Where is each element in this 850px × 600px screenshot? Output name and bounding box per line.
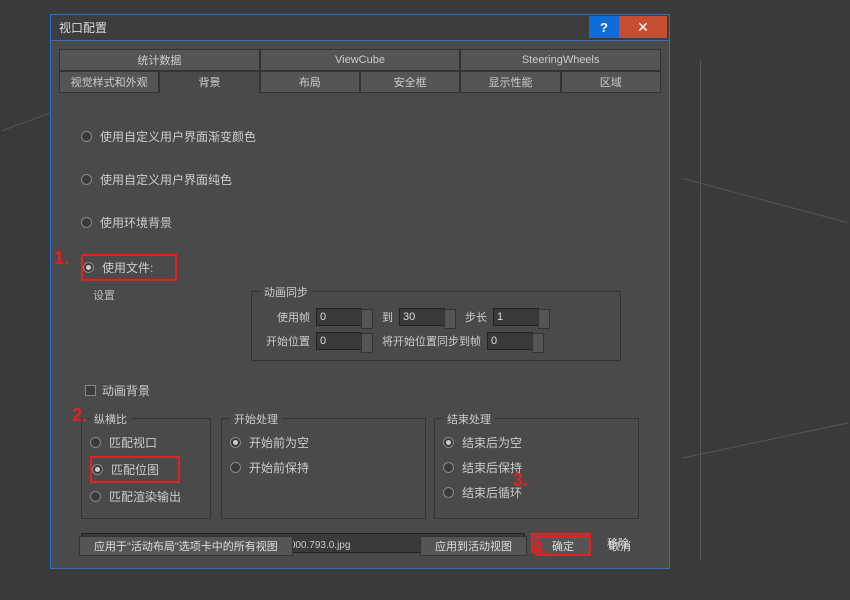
viewport-config-dialog: 视口配置 ? ✕ 统计数据 ViewCube SteeringWheels 视觉…	[50, 14, 670, 569]
spinner-step[interactable]: 1	[493, 308, 539, 326]
radio-match-bitmap[interactable]: 匹配位图	[90, 456, 180, 483]
radio-icon	[81, 174, 92, 185]
radio-icon	[90, 437, 101, 448]
radio-label: 结束后为空	[462, 434, 522, 451]
radio-end-hold[interactable]: 结束后保持	[443, 456, 630, 479]
radio-end-blank[interactable]: 结束后为空	[443, 431, 630, 454]
tab-regions[interactable]: 区域	[561, 71, 661, 93]
radio-env-bg[interactable]: 使用环境背景	[81, 211, 639, 234]
group-start-proc: 开始处理 开始前为空 开始前保持	[221, 418, 426, 519]
radio-label: 匹配位图	[111, 461, 159, 478]
radio-end-loop[interactable]: 结束后循环	[443, 481, 630, 504]
window-title: 视口配置	[59, 19, 589, 36]
radio-use-file[interactable]: 使用文件:	[81, 254, 177, 281]
radio-icon	[230, 437, 241, 448]
label-to: 到	[382, 309, 393, 325]
label-start-pos: 开始位置	[260, 333, 310, 349]
radio-icon	[81, 131, 92, 142]
group-title: 结束处理	[443, 411, 495, 427]
tabs-row-2: 视觉样式和外观 背景 布局 安全框 显示性能 区域	[59, 71, 661, 93]
radio-icon	[443, 437, 454, 448]
close-button[interactable]: ✕	[619, 16, 667, 38]
group-title: 纵横比	[90, 411, 131, 427]
tab-content: 使用自定义用户界面渐变颜色 使用自定义用户界面纯色 使用环境背景 使用文件: 设…	[51, 93, 669, 563]
radio-icon	[92, 464, 103, 475]
radio-custom-gradient[interactable]: 使用自定义用户界面渐变颜色	[81, 125, 639, 148]
group-title: 动画同步	[260, 284, 312, 300]
tab-viewcube[interactable]: ViewCube	[260, 49, 461, 71]
footer-row: 应用于"活动布局"选项卡中的所有视图 应用到活动视图 确定 取消	[51, 536, 669, 556]
radio-icon	[81, 217, 92, 228]
checkbox-icon	[85, 385, 96, 396]
group-end-proc: 结束处理 结束后为空 结束后保持 结束后循环	[434, 418, 639, 519]
tab-background[interactable]: 背景	[159, 71, 259, 93]
radio-start-blank[interactable]: 开始前为空	[230, 431, 417, 454]
tab-steeringwheels[interactable]: SteeringWheels	[460, 49, 661, 71]
spinner-use-frame[interactable]: 0	[316, 308, 362, 326]
close-icon: ✕	[637, 19, 649, 36]
radio-label: 使用自定义用户界面渐变颜色	[100, 128, 256, 145]
radio-icon	[443, 462, 454, 473]
tab-display-perf[interactable]: 显示性能	[460, 71, 560, 93]
radio-label: 使用文件:	[102, 259, 153, 276]
label-sync-start: 将开始位置同步到帧	[382, 333, 481, 349]
tabs-row-1: 统计数据 ViewCube SteeringWheels	[59, 49, 661, 71]
radio-icon	[90, 491, 101, 502]
spinner-to[interactable]: 30	[399, 308, 445, 326]
radio-label: 结束后保持	[462, 459, 522, 476]
radio-label: 使用自定义用户界面纯色	[100, 171, 232, 188]
radio-match-render[interactable]: 匹配渲染输出	[90, 485, 202, 508]
radio-label: 结束后循环	[462, 484, 522, 501]
label-step: 步长	[465, 309, 487, 325]
ok-button[interactable]: 确定	[535, 536, 591, 556]
radio-custom-solid[interactable]: 使用自定义用户界面纯色	[81, 168, 639, 191]
tab-layout[interactable]: 布局	[260, 71, 360, 93]
tab-visual-style[interactable]: 视觉样式和外观	[59, 71, 159, 93]
spinner-sync[interactable]: 0	[487, 332, 533, 350]
radio-label: 匹配视口	[109, 434, 157, 451]
radio-start-hold[interactable]: 开始前保持	[230, 456, 417, 479]
cancel-button[interactable]: 取消	[599, 536, 641, 556]
checkbox-label: 动画背景	[102, 382, 150, 399]
radio-label: 开始前保持	[249, 459, 309, 476]
spinner-start-pos[interactable]: 0	[316, 332, 362, 350]
radio-label: 使用环境背景	[100, 214, 172, 231]
group-aspect: 纵横比 匹配视口 匹配位图 匹配渲染输出	[81, 418, 211, 519]
tab-safe-frames[interactable]: 安全框	[360, 71, 460, 93]
apply-all-views-button[interactable]: 应用于"活动布局"选项卡中的所有视图	[79, 536, 293, 556]
radio-label: 开始前为空	[249, 434, 309, 451]
apply-active-view-button[interactable]: 应用到活动视图	[420, 536, 527, 556]
radio-icon	[443, 487, 454, 498]
radio-label: 匹配渲染输出	[109, 488, 181, 505]
titlebar[interactable]: 视口配置 ? ✕	[51, 15, 669, 41]
label-use-frame: 使用帧	[260, 309, 310, 325]
group-title: 开始处理	[230, 411, 282, 427]
radio-icon	[83, 262, 94, 273]
checkbox-anim-bg[interactable]: 动画背景	[85, 379, 639, 402]
help-button[interactable]: ?	[589, 16, 619, 38]
group-anim-sync: 动画同步 使用帧 0 到 30 步长 1 开始位置 0 将开始位置同步到帧 0	[251, 291, 621, 361]
radio-icon	[230, 462, 241, 473]
radio-match-viewport[interactable]: 匹配视口	[90, 431, 202, 454]
tab-statistics[interactable]: 统计数据	[59, 49, 260, 71]
